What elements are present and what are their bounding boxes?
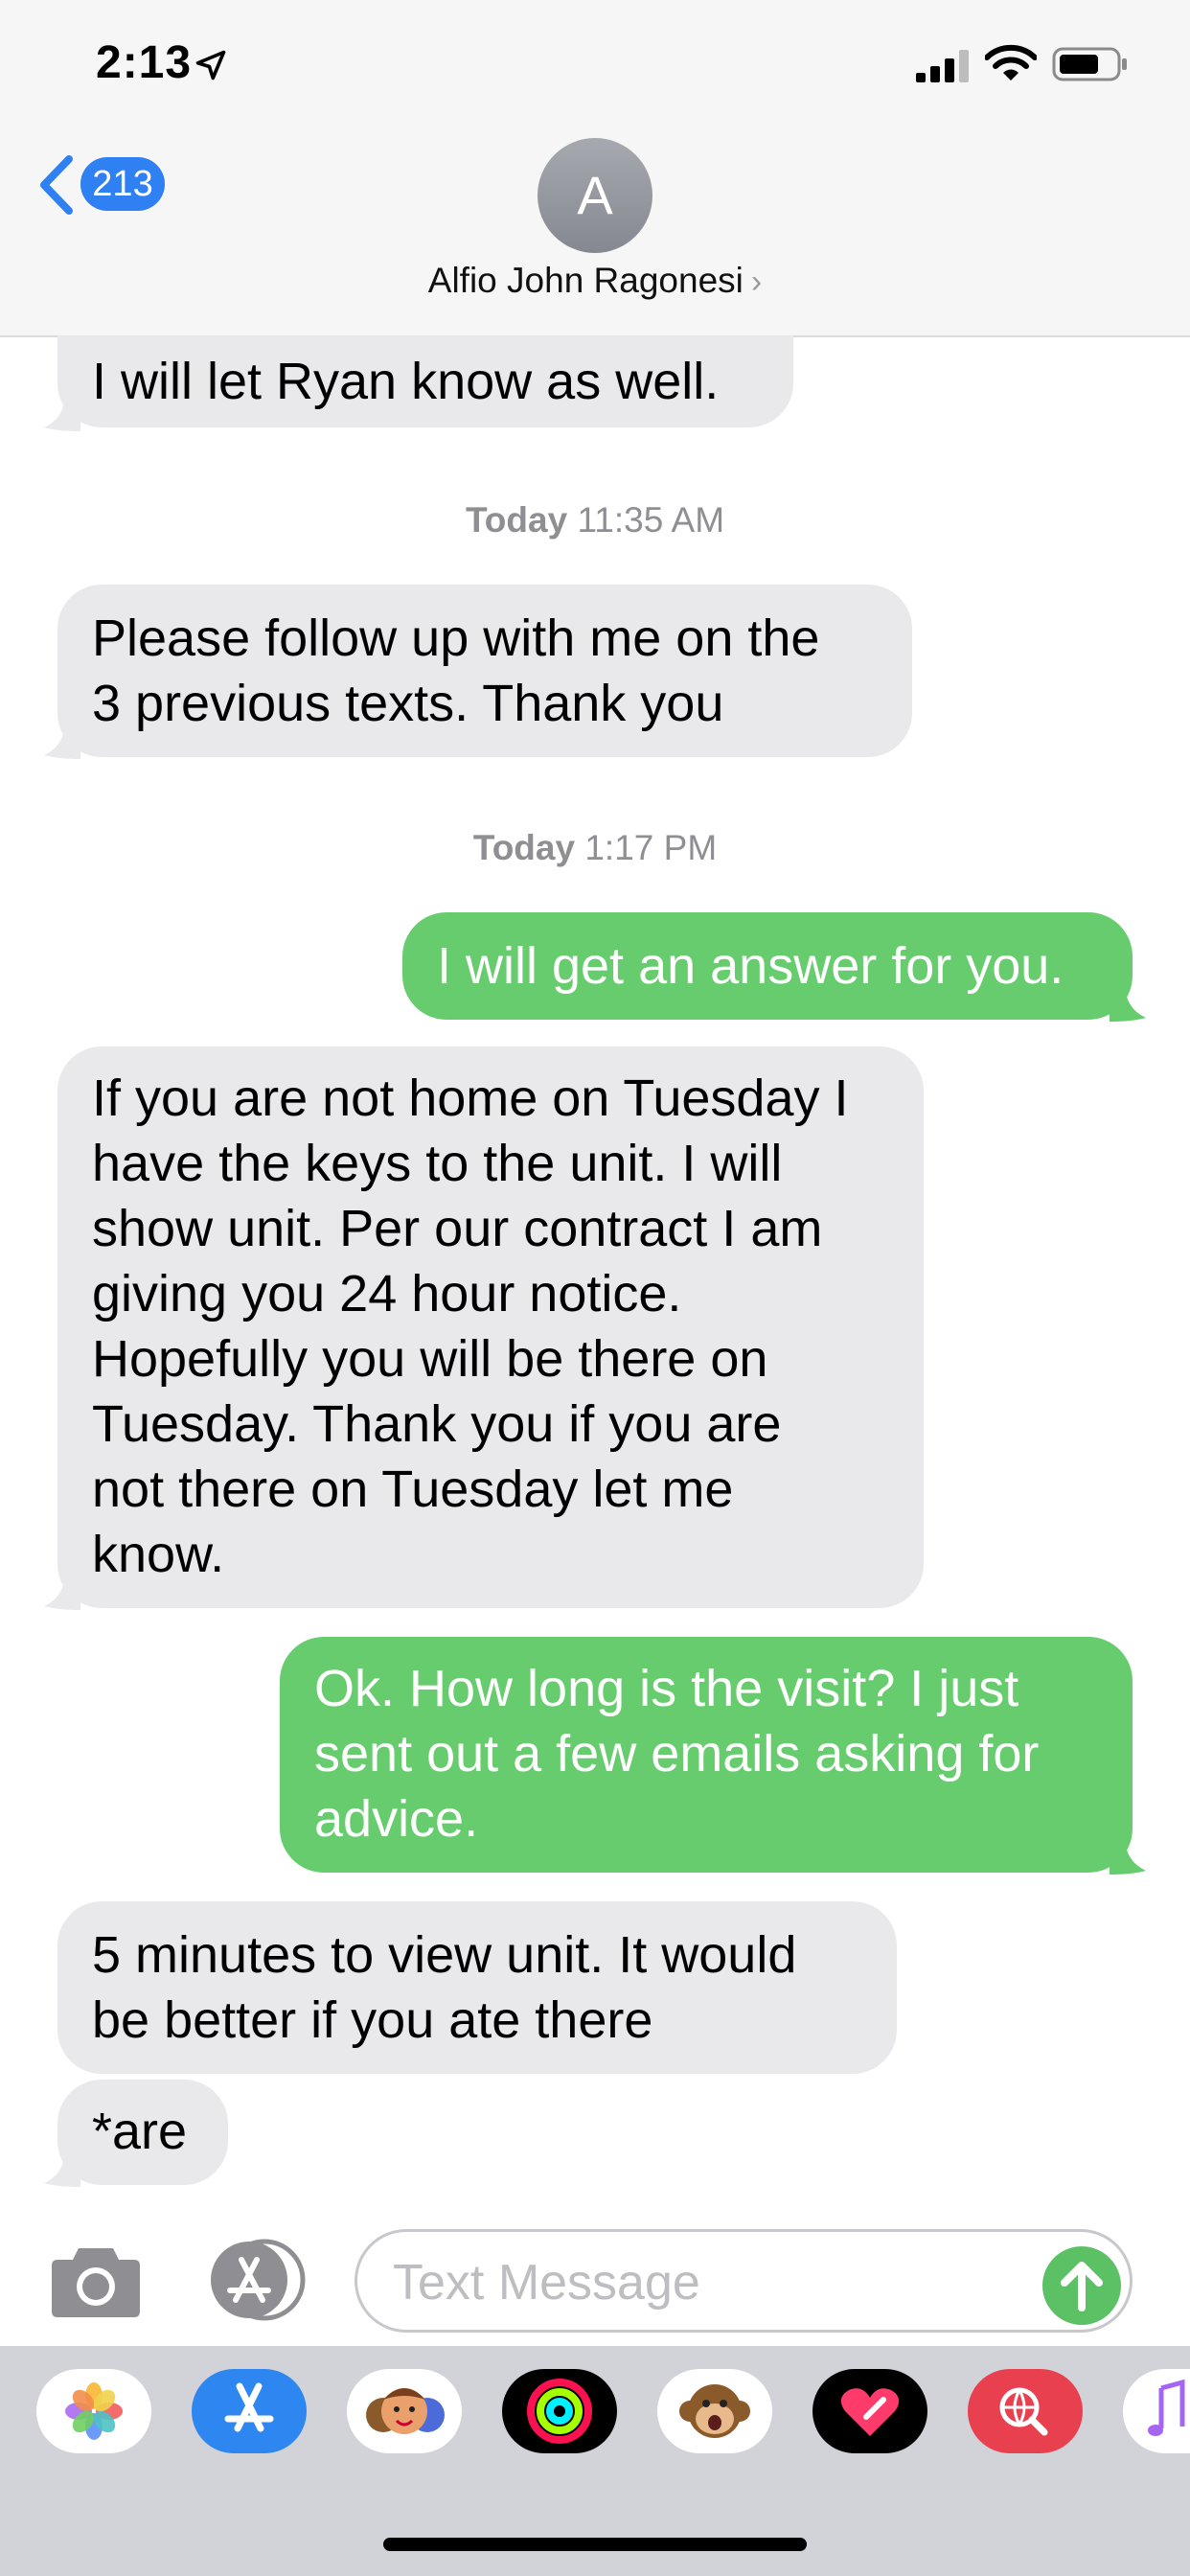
activity-app-icon[interactable] [502,2369,617,2453]
send-button[interactable] [1042,2246,1121,2325]
heart-icon [840,2388,900,2436]
message-line: Ok. How long is the visit? I just [314,1660,1019,1717]
timestamp-day: Today [465,500,568,540]
contact-avatar[interactable]: A [538,138,652,253]
activity-rings-icon [527,2379,592,2444]
timestamp: Today 1:17 PM [0,828,1190,868]
bubble-tail [1110,983,1146,1022]
timestamp-time: 11:35 AM [577,500,725,540]
cellular-signal-icon [916,50,969,82]
battery-icon [1052,47,1127,81]
message-line: Tuesday. Thank you if you are [92,1395,782,1453]
app-store-icon[interactable] [199,2239,307,2321]
timestamp-time: 1:17 PM [584,828,718,867]
message-line: have the keys to the unit. I will [92,1135,783,1192]
photos-app-icon[interactable] [36,2369,151,2453]
animoji-app-icon[interactable] [657,2369,772,2453]
message-line: advice. [314,1790,479,1848]
bubble-tail [44,393,80,431]
web-search-app-icon[interactable] [968,2369,1083,2453]
chevron-right-icon: › [750,264,763,300]
send-arrow-icon [1061,2262,1103,2312]
back-unread-badge[interactable]: 213 [80,157,165,211]
bubble-tail [1110,1836,1146,1874]
memoji-app-icon[interactable] [347,2369,462,2453]
message-line: not there on Tuesday let me [92,1460,734,1518]
message-line: 5 minutes to view unit. It would [92,1926,797,1984]
message-line: 3 previous texts. Thank you [92,675,724,732]
message-line: giving you 24 hour notice. [92,1265,682,1322]
status-time: 2:13 [96,37,193,88]
photos-flower-icon [65,2382,123,2440]
message-line: be better if you ate there [92,1991,653,2049]
app-store-a-icon [224,2382,274,2432]
message-bubble-outgoing[interactable]: I will get an answer for you. [402,912,1133,1020]
message-line: *are [92,2103,188,2160]
message-bubble-incoming[interactable]: 5 minutes to view unit. It would be bett… [57,1901,897,2074]
message-line: show unit. Per our contract I am [92,1200,823,1257]
globe-search-icon [999,2387,1048,2436]
message-bubble-incoming[interactable]: I will let Ryan know as well. [57,335,793,427]
contact-name[interactable]: Alfio John Ragonesi › [0,261,1190,301]
message-line: If you are not home on Tuesday I [92,1070,849,1127]
message-bubble-incoming[interactable]: Please follow up with me on the 3 previo… [57,585,912,757]
app-store-app-icon[interactable] [192,2369,307,2453]
wifi-icon [985,44,1037,80]
timestamp: Today 11:35 AM [0,500,1190,540]
message-bubble-incoming[interactable]: If you are not home on Tuesday I have th… [57,1046,924,1608]
back-chevron-icon[interactable] [34,153,77,217]
message-bubble-outgoing[interactable]: Ok. How long is the visit? I just sent o… [280,1637,1133,1873]
digital-touch-app-icon[interactable] [812,2369,927,2453]
message-line: I will get an answer for you. [437,937,1064,995]
music-note-icon [1148,2379,1185,2436]
message-line: Hopefully you will be there on [92,1330,768,1388]
location-arrow-icon [195,50,226,80]
bubble-tail [44,1572,80,1610]
message-line: I will let Ryan know as well. [92,353,720,410]
message-line: Please follow up with me on the [92,610,820,667]
bubble-tail [44,2149,80,2187]
message-input-placeholder[interactable]: Text Message [393,2254,700,2312]
message-bubble-incoming[interactable]: *are [57,2080,228,2185]
music-app-icon[interactable] [1123,2369,1190,2453]
memoji-faces-icon [366,2388,445,2434]
contact-name-label[interactable]: Alfio John Ragonesi [428,261,744,300]
bubble-tail [44,721,80,759]
message-line: know. [92,1526,225,1583]
camera-icon[interactable] [50,2242,142,2319]
message-line: sent out a few emails asking for [314,1725,1040,1782]
monkey-face-icon [679,2384,750,2438]
home-indicator [383,2538,807,2551]
timestamp-day: Today [472,828,576,867]
